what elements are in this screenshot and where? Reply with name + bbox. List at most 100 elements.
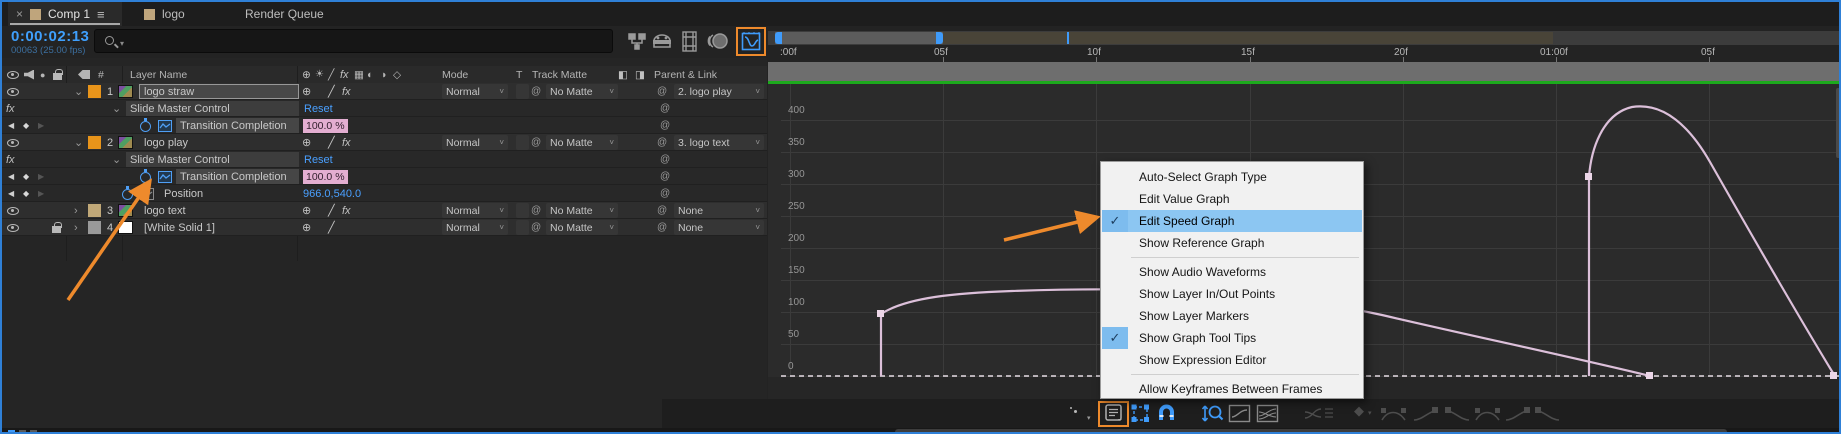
next-keyframe-icon[interactable]: ▶ — [38, 185, 44, 202]
eye-icon[interactable] — [7, 223, 19, 232]
prev-keyframe-icon[interactable]: ◀ — [8, 185, 14, 202]
graph-editor-icon[interactable] — [741, 32, 761, 51]
track-matte-dropdown[interactable]: No Matte ˅ — [546, 220, 618, 235]
layer-row-logo-straw[interactable]: ⌄ 1 logo straw ⊕ ╱ fx Normal ˅ @ No Matte… — [2, 83, 767, 100]
quality-switch[interactable]: ╱ — [328, 219, 335, 236]
parent-pickwhip-icon[interactable]: @ — [660, 168, 670, 185]
fit-all-graphs-icon[interactable] — [1256, 404, 1279, 423]
stopwatch-icon[interactable] — [140, 118, 151, 132]
property-name[interactable]: Position — [164, 185, 203, 202]
property-graph-icon[interactable] — [158, 170, 172, 183]
t-toggle[interactable] — [516, 220, 529, 235]
anchor-switch[interactable]: ⊕ — [302, 202, 311, 219]
anchor-switch[interactable]: ⊕ — [302, 134, 311, 151]
t-toggle[interactable] — [516, 203, 529, 218]
matte-pickwhip-icon[interactable]: @ — [531, 134, 541, 151]
property-value[interactable]: 100.0 % — [303, 118, 348, 133]
anchor-switch[interactable]: ⊕ — [302, 219, 311, 236]
blend-mode-dropdown[interactable]: Normal ˅ — [442, 220, 508, 235]
parent-dropdown[interactable]: None ˅ — [674, 220, 764, 235]
matte-pickwhip-icon[interactable]: @ — [531, 83, 541, 100]
track-matte-dropdown[interactable]: No Matte ˅ — [546, 135, 618, 150]
property-name[interactable]: Transition Completion — [180, 168, 287, 185]
parent-pickwhip-icon[interactable]: @ — [660, 185, 670, 202]
graph-vertical-scrollbar[interactable] — [1836, 88, 1839, 158]
tab-logo[interactable]: logo — [140, 2, 220, 26]
reset-link[interactable]: Reset — [304, 151, 333, 168]
navigator-view-range[interactable] — [775, 32, 943, 44]
prev-keyframe-icon[interactable]: ◀ — [8, 117, 14, 134]
property-row-transition-completion[interactable]: ◀ ◆ ▶ Transition Completion 100.0 % @ — [2, 168, 767, 185]
menu-item-show-reference-graph[interactable]: Show Reference Graph — [1102, 232, 1362, 254]
separate-dimensions-icon[interactable] — [1302, 404, 1336, 423]
parent-pickwhip-icon[interactable]: @ — [657, 202, 667, 219]
expand-chevron-icon[interactable]: ⌄ — [74, 134, 83, 151]
effect-group-name[interactable]: Slide Master Control — [130, 151, 230, 168]
index-column-header[interactable]: # — [98, 66, 104, 83]
anchor-switch[interactable]: ⊕ — [302, 83, 311, 100]
collapsed-chevron-icon[interactable]: › — [74, 219, 78, 236]
navigator-start-handle[interactable] — [775, 32, 782, 44]
video-column-icon[interactable] — [7, 70, 19, 79]
parent-link-column-header[interactable]: Parent & Link — [654, 66, 717, 83]
layer-name[interactable]: [White Solid 1] — [144, 219, 215, 236]
ease-in-icon-2[interactable] — [1504, 404, 1532, 423]
property-value[interactable]: 100.0 % — [303, 169, 348, 184]
menu-item-show-layer-in-out-points[interactable]: Show Layer In/Out Points — [1102, 283, 1362, 305]
menu-item-show-layer-markers[interactable]: Show Layer Markers — [1102, 305, 1362, 327]
timeline-toggle-mini-icon[interactable] — [30, 430, 37, 432]
track-matte-column-header[interactable]: Track Matte — [532, 66, 587, 83]
navigator-end-handle[interactable] — [936, 32, 943, 44]
t-column-header[interactable]: T — [516, 66, 522, 83]
t-toggle[interactable] — [516, 135, 529, 150]
menu-item-allow-keyframes-between-frames[interactable]: Allow Keyframes Between Frames — [1102, 378, 1362, 400]
add-keyframe-icon[interactable]: ◆ — [23, 168, 29, 185]
eye-icon[interactable] — [7, 138, 19, 147]
layer-row-logo-text[interactable]: › 3 logo text ⊕ ╱ fx Normal ˅ @ No Matte ˅… — [2, 202, 767, 219]
audio-column-icon[interactable] — [24, 69, 34, 80]
eye-icon[interactable] — [7, 206, 19, 215]
frame-blend-icon[interactable] — [681, 30, 700, 53]
auto-zoom-graph-icon[interactable] — [1200, 403, 1224, 424]
easy-ease-icon-2[interactable] — [1474, 404, 1502, 423]
property-name[interactable]: Transition Completion — [180, 117, 287, 134]
t-toggle[interactable] — [516, 84, 529, 99]
blend-mode-dropdown[interactable]: Normal ˅ — [442, 203, 508, 218]
property-row-position[interactable]: ◀ ◆ ▶ Position 966.0,540.0 @ — [2, 185, 767, 202]
fx-switch[interactable]: fx — [342, 134, 351, 151]
expand-chevron-icon[interactable]: ⌄ — [112, 100, 121, 117]
blend-mode-dropdown[interactable]: Normal ˅ — [442, 135, 508, 150]
fx-switch[interactable]: fx — [342, 202, 351, 219]
snap-magnet-icon[interactable] — [1156, 403, 1177, 424]
menu-item-edit-speed-graph[interactable]: ✓ Edit Speed Graph — [1102, 210, 1362, 232]
solo-column-icon[interactable]: ● — [40, 66, 45, 83]
effect-group-row[interactable]: fx ⌄ Slide Master Control Reset @ — [2, 100, 767, 117]
parent-pickwhip-icon[interactable]: @ — [657, 83, 667, 100]
shy-icon[interactable] — [651, 31, 673, 52]
composition-flowchart-icon[interactable] — [628, 32, 647, 51]
layer-row-white-solid[interactable]: › 4 [White Solid 1] ⊕ ╱ Normal ˅ @ No Mat… — [2, 219, 767, 236]
parent-dropdown[interactable]: None ˅ — [674, 203, 764, 218]
label-column-icon[interactable] — [78, 70, 90, 79]
add-keyframe-icon[interactable]: ◆ — [23, 117, 29, 134]
quality-switch[interactable]: ╱ — [328, 134, 335, 151]
eye-dropdown-chevron[interactable]: ▾ — [1087, 414, 1091, 422]
track-matte-dropdown[interactable]: No Matte ˅ — [546, 84, 618, 99]
parent-dropdown[interactable]: 3. logo text ˅ — [674, 135, 764, 150]
property-graph-icon[interactable] — [158, 119, 172, 132]
menu-item-show-graph-tool-tips[interactable]: ✓ Show Graph Tool Tips — [1102, 327, 1362, 349]
add-keyframe-icon[interactable]: ◆ — [23, 185, 29, 202]
effect-group-name[interactable]: Slide Master Control — [130, 100, 230, 117]
next-keyframe-icon[interactable]: ▶ — [38, 168, 44, 185]
effect-group-row[interactable]: fx ⌄ Slide Master Control Reset @ — [2, 151, 767, 168]
search-options-chevron[interactable]: ▾ — [120, 39, 124, 48]
label-color-swatch[interactable] — [88, 136, 101, 149]
stopwatch-icon[interactable] — [122, 186, 133, 200]
expand-chevron-icon[interactable]: ⌄ — [74, 83, 83, 100]
parent-dropdown[interactable]: 2. logo play ˅ — [674, 84, 764, 99]
ease-out-icon[interactable] — [1444, 404, 1472, 423]
menu-item-show-expression-editor[interactable]: Show Expression Editor — [1102, 349, 1362, 371]
parent-pickwhip-icon[interactable]: @ — [660, 100, 670, 117]
timeline-toggle-mini-icon[interactable] — [19, 430, 26, 432]
navigator-playhead-tick[interactable] — [1067, 32, 1069, 44]
